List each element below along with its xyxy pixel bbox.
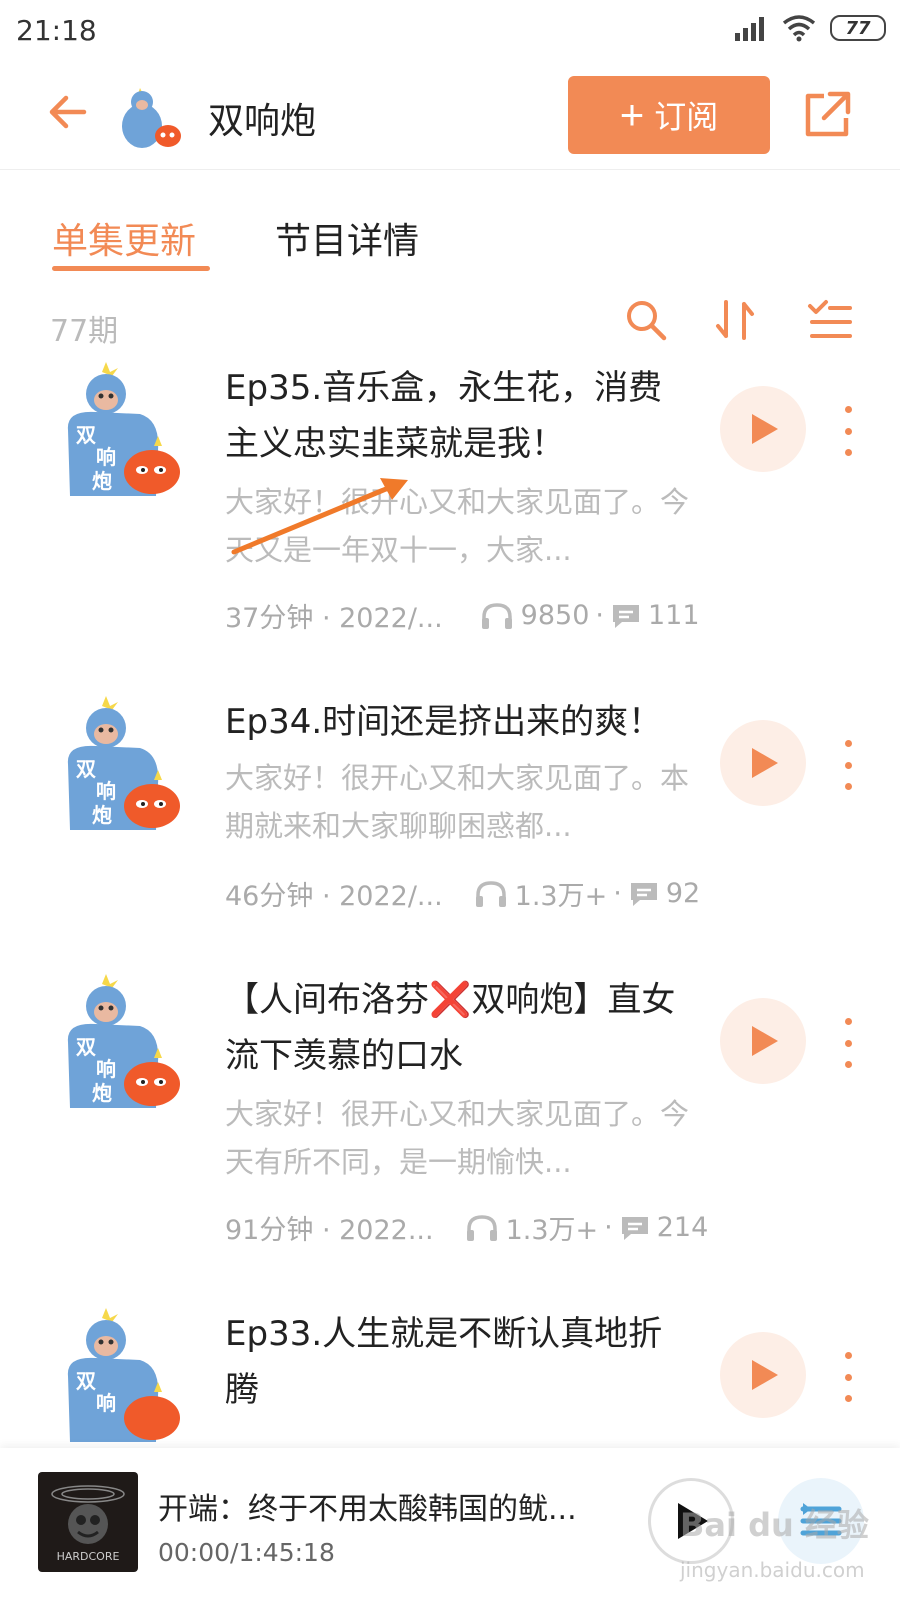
episode-description: 大家好！很开心又和大家见面了。今天又是一年双十一，大家... — [225, 485, 690, 567]
podcast-logo — [122, 88, 181, 148]
comment-icon — [621, 1216, 648, 1240]
episode-comments: 92 — [665, 878, 701, 909]
episode-comments: 111 — [647, 600, 700, 631]
episode-plays: 1.3万+ — [505, 1215, 599, 1246]
play-icon — [752, 414, 778, 444]
episode-description: 大家好！很开心又和大家见面了。今天有所不同，是一期愉快... — [225, 1097, 690, 1179]
signal-icon — [735, 17, 764, 41]
battery-indicator: 77 — [830, 15, 886, 41]
svg-text:响: 响 — [96, 445, 116, 469]
back-arrow-icon[interactable] — [44, 86, 96, 138]
share-icon[interactable] — [800, 86, 856, 142]
episode-description: 大家好！很开心又和大家见面了。本期就来和大家聊聊困惑都... — [225, 761, 690, 843]
play-button[interactable] — [720, 720, 806, 806]
headphones-icon — [466, 1214, 497, 1241]
episode-cover: 双 响 炮 — [67, 362, 180, 496]
tab-episodes[interactable]: 单集更新 — [52, 212, 196, 264]
player-cover: HARDCORE — [38, 1472, 138, 1572]
episode-duration-date: 91分钟 · 2022... — [225, 1215, 434, 1246]
episode-cover: 双 响 — [67, 1308, 180, 1442]
comment-icon — [630, 882, 657, 906]
svg-text:响: 响 — [96, 1057, 116, 1081]
episode-item[interactable]: 双 响 炮 【人间布洛芬❌双响炮】直女流下羡慕的口水 大家好！很开心又和大家见面… — [0, 972, 900, 1262]
svg-text:响: 响 — [96, 1391, 116, 1415]
comment-icon — [612, 604, 639, 628]
more-options-button[interactable] — [836, 406, 860, 456]
episode-comments: 214 — [656, 1212, 709, 1243]
svg-text:炮: 炮 — [92, 469, 112, 493]
episode-duration-date: 46分钟 · 2022/... — [225, 881, 443, 912]
watermark-url: jingyan.baidu.com — [680, 1558, 865, 1582]
search-icon[interactable] — [622, 296, 670, 344]
svg-text:双: 双 — [76, 757, 96, 781]
player-cover-label: HARDCORE — [57, 1550, 120, 1563]
play-button[interactable] — [720, 998, 806, 1084]
plus-icon: + — [619, 91, 645, 138]
episode-meta: 91分钟 · 2022... 1.3万+ · 214 — [225, 1208, 708, 1247]
svg-text:炮: 炮 — [92, 1081, 112, 1105]
play-button[interactable] — [720, 386, 806, 472]
episode-item[interactable]: 双 响 炮 Ep35.音乐盒，永生花，消费主义忠实韭菜就是我！ 大家好！很开心又… — [0, 360, 900, 650]
episode-meta: 37分钟 · 2022/... 9850 · 111 — [225, 596, 700, 635]
batch-select-icon[interactable] — [806, 296, 854, 344]
active-tab-indicator — [52, 266, 210, 271]
episode-cover: 双 响 炮 — [67, 696, 180, 830]
status-icons: 77 — [734, 14, 886, 42]
svg-text:双: 双 — [76, 1035, 96, 1059]
mini-player[interactable]: HARDCORE 开端：终于不用太酸韩国的鱿... 00:00/1:45:18 … — [0, 1448, 900, 1600]
player-time: 00:00/1:45:18 — [158, 1538, 335, 1567]
play-icon — [752, 748, 778, 778]
episode-title[interactable]: 【人间布洛芬❌双响炮】直女流下羡慕的口水 — [225, 972, 695, 1084]
episode-plays: 9850 — [520, 600, 590, 631]
play-icon — [752, 1360, 778, 1390]
play-icon — [752, 1026, 778, 1056]
episode-meta: 46分钟 · 2022/... 1.3万+ · 92 — [225, 874, 700, 913]
more-options-button[interactable] — [836, 740, 860, 790]
app-header: 双响炮 + 订阅 — [0, 64, 900, 170]
svg-text:双: 双 — [76, 423, 96, 447]
episode-title[interactable]: Ep33.人生就是不断认真地折腾 — [225, 1306, 695, 1418]
episode-duration-date: 37分钟 · 2022/... — [225, 603, 443, 634]
svg-text:双: 双 — [76, 1369, 96, 1393]
headphones-icon — [475, 880, 506, 907]
episode-title[interactable]: Ep34.时间还是挤出来的爽！ — [225, 694, 695, 750]
play-button[interactable] — [720, 1332, 806, 1418]
wifi-icon — [782, 15, 816, 42]
status-time: 21:18 — [16, 14, 97, 47]
watermark-brand: Bai du 经验 — [680, 1506, 869, 1544]
headphones-icon — [481, 602, 512, 629]
episode-title[interactable]: Ep35.音乐盒，永生花，消费主义忠实韭菜就是我！ — [225, 360, 695, 472]
episode-item[interactable]: 双 响 Ep33.人生就是不断认真地折腾 — [0, 1306, 900, 1448]
episode-cover: 双 响 炮 — [67, 974, 180, 1108]
episode-plays: 1.3万+ — [514, 881, 608, 912]
tab-details[interactable]: 节目详情 — [275, 212, 419, 264]
more-options-button[interactable] — [836, 1352, 860, 1402]
episode-item[interactable]: 双 响 炮 Ep34.时间还是挤出来的爽！ 大家好！很开心又和大家见面了。本期就… — [0, 694, 900, 944]
svg-text:炮: 炮 — [92, 803, 112, 827]
more-options-button[interactable] — [836, 1018, 860, 1068]
subscribe-button[interactable]: + 订阅 — [568, 76, 770, 154]
episode-count: 77期 — [50, 314, 119, 349]
player-title[interactable]: 开端：终于不用太酸韩国的鱿... — [158, 1484, 598, 1528]
sort-icon[interactable] — [712, 296, 760, 344]
player-cover-art: HARDCORE — [51, 1485, 125, 1563]
subscribe-label: 订阅 — [654, 99, 719, 135]
podcast-title: 双响炮 — [208, 101, 317, 142]
svg-text:响: 响 — [96, 779, 116, 803]
